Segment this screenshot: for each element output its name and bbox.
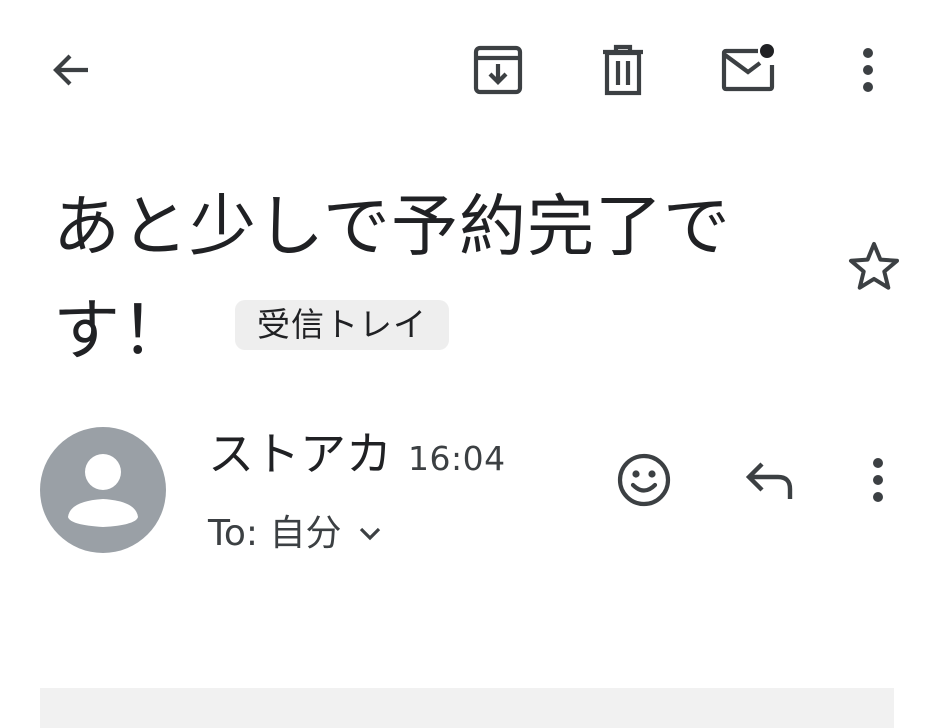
more-vert-icon	[863, 48, 873, 92]
archive-button[interactable]	[468, 40, 528, 100]
add-reaction-button[interactable]	[612, 448, 676, 512]
reply-icon	[745, 462, 793, 499]
star-button[interactable]	[844, 236, 904, 296]
arrow-back-icon	[53, 54, 88, 86]
label-chip-inbox[interactable]: 受信トレイ	[235, 299, 449, 350]
recipient-text: To: 自分	[208, 513, 342, 554]
message-more-options-button[interactable]	[853, 450, 903, 510]
email-body-container	[40, 688, 894, 728]
sender-line: ストアカ 16:04	[208, 424, 506, 489]
sender-avatar[interactable]	[40, 427, 166, 553]
reply-button[interactable]	[738, 448, 802, 512]
top-app-bar	[0, 0, 934, 140]
archive-icon	[473, 45, 523, 95]
email-time: 16:04	[408, 439, 506, 478]
mail-unread-icon	[721, 44, 775, 92]
trash-icon	[603, 44, 643, 96]
sender-name: ストアカ	[208, 427, 392, 481]
delete-button[interactable]	[593, 40, 653, 100]
chevron-down-icon	[359, 527, 381, 541]
email-subject: あと少しで予約完了です！ 受信トレイ	[53, 172, 753, 381]
emoji-icon	[617, 453, 671, 507]
back-button[interactable]	[40, 40, 100, 100]
mark-unread-button[interactable]	[718, 38, 782, 102]
star-outline-icon	[849, 242, 899, 290]
recipient-details-toggle[interactable]: To: 自分	[208, 506, 381, 562]
more-options-button[interactable]	[843, 40, 893, 100]
person-avatar-icon	[68, 454, 138, 527]
more-vert-icon	[873, 458, 883, 502]
